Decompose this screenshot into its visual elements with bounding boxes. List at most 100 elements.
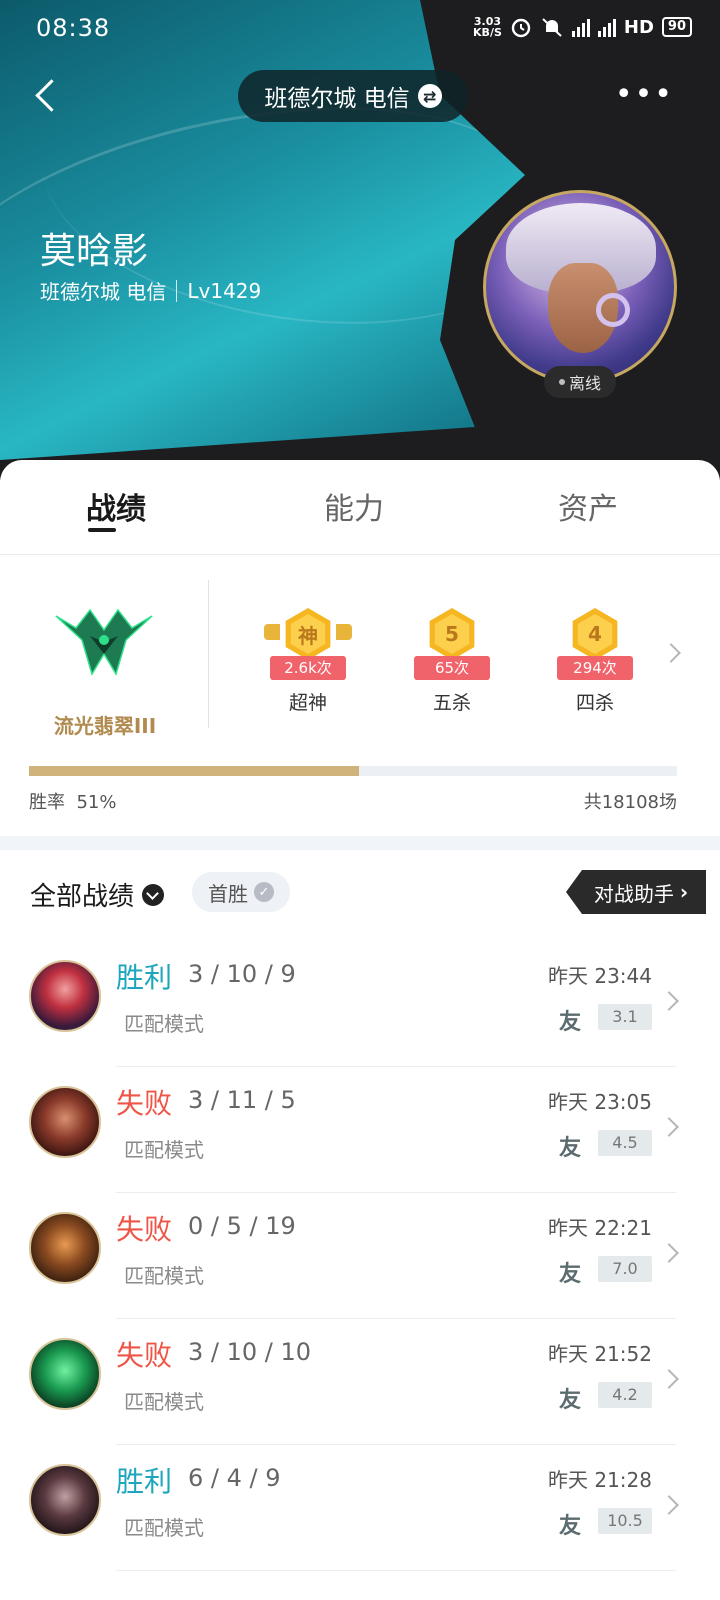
achievement-count: 65次 (414, 656, 490, 680)
champion-icon (29, 1086, 101, 1158)
legendary-badge-icon: 神 (285, 608, 331, 660)
match-row[interactable]: 胜利 3 / 10 / 9 匹配模式 昨天 23:44 友 3.1 (0, 946, 720, 1072)
match-mode: 匹配模式 (124, 1390, 204, 1414)
alarm-icon (511, 18, 531, 38)
achievement-count: 2.6k次 (270, 656, 346, 680)
achievement-label: 超神 (288, 692, 327, 714)
achievement-pentakill[interactable]: 5 65次 五杀 (406, 604, 496, 714)
match-kda: 3 / 10 / 9 (188, 960, 296, 988)
match-score: 10.5 (598, 1508, 652, 1534)
match-mode: 匹配模式 (124, 1516, 204, 1540)
back-button[interactable] (26, 74, 66, 118)
tab-assets[interactable]: 资产 (558, 484, 618, 528)
rank-emblem-icon[interactable] (52, 596, 156, 676)
match-filter-dropdown[interactable]: 全部战绩 (30, 876, 165, 913)
net-speed: 3.03 KB/S (473, 15, 502, 39)
tab-active-indicator (88, 528, 116, 532)
rank-name: 流光翡翠III (53, 714, 157, 738)
match-row[interactable]: 失败 3 / 10 / 10 匹配模式 昨天 21:52 友 4.2 (0, 1324, 720, 1450)
status-time: 08:38 (36, 14, 111, 42)
divider (116, 1066, 676, 1067)
match-time: 昨天 21:28 (548, 1468, 652, 1492)
match-result: 失败 (116, 1087, 173, 1120)
achievement-quadrakill[interactable]: 4 294次 四杀 (549, 604, 639, 714)
achievement-label: 五杀 (432, 692, 471, 714)
match-time: 昨天 23:44 (548, 964, 652, 988)
player-level: Lv1429 (187, 278, 262, 303)
divider (176, 279, 178, 302)
chevron-right-icon: › (679, 880, 689, 904)
match-kda: 3 / 10 / 10 (188, 1338, 312, 1366)
match-time: 昨天 21:52 (548, 1342, 652, 1366)
win-rate-bar (29, 766, 677, 776)
status-bar: 08:38 3.03 KB/S HD 90 (0, 0, 720, 60)
divider (116, 1570, 676, 1571)
status-badge: 离线 (544, 366, 616, 398)
match-kda: 6 / 4 / 9 (188, 1464, 281, 1492)
teammate-icon: 友 (559, 1136, 582, 1161)
battery-icon: 90 (661, 17, 692, 37)
status-icons: 3.03 KB/S HD 90 (473, 16, 692, 38)
offline-dot-icon (558, 379, 565, 385)
signal-5g-icon (571, 17, 590, 37)
match-score: 4.5 (598, 1130, 652, 1156)
divider (116, 1192, 676, 1193)
teammate-icon: 友 (559, 1010, 582, 1035)
player-server: 班德尔城 电信 (40, 280, 167, 304)
swap-icon: ⇄ (417, 84, 442, 108)
match-mode: 匹配模式 (124, 1012, 204, 1036)
match-row[interactable]: 失败 0 / 5 / 19 匹配模式 昨天 22:21 友 7.0 (0, 1198, 720, 1324)
server-switch-button[interactable]: 班德尔城 电信 ⇄ (238, 70, 468, 122)
match-score: 4.2 (598, 1382, 652, 1408)
tab-records[interactable]: 战绩 (86, 484, 146, 528)
chevron-right-icon (659, 1495, 679, 1515)
match-result: 失败 (116, 1213, 173, 1246)
first-win-toggle[interactable]: 首胜 ✓ (192, 872, 290, 912)
player-info: 班德尔城 电信 Lv1429 (40, 276, 261, 305)
divider (116, 1444, 676, 1445)
achievement-label: 四杀 (575, 692, 614, 714)
player-name: 莫晗影 (40, 231, 149, 272)
teammate-icon: 友 (559, 1388, 582, 1413)
chevron-right-icon[interactable] (661, 643, 681, 663)
champion-icon (29, 1464, 101, 1536)
battle-assistant-button[interactable]: 对战助手 › (566, 870, 706, 914)
hd-icon: HD (623, 16, 654, 38)
chevron-right-icon (659, 1243, 679, 1263)
tab-ability[interactable]: 能力 (324, 484, 384, 528)
more-options-icon[interactable]: ••• (615, 80, 674, 110)
champion-icon (29, 1212, 101, 1284)
match-result: 失败 (116, 1339, 173, 1372)
match-result: 胜利 (116, 1465, 173, 1498)
achievement-legendary[interactable]: 神 2.6k次 超神 (262, 604, 352, 714)
match-row[interactable]: 胜利 6 / 4 / 9 匹配模式 昨天 21:28 友 10.5 (0, 1450, 720, 1576)
match-kda: 0 / 5 / 19 (188, 1212, 296, 1240)
tab-bar: 战绩 能力 资产 (0, 460, 720, 555)
divider (208, 580, 209, 728)
chevron-down-icon (142, 883, 165, 906)
avatar[interactable] (483, 190, 677, 384)
total-games: 共18108场 (583, 792, 677, 813)
match-time: 昨天 22:21 (548, 1216, 652, 1240)
win-rate: 胜率 51% (29, 792, 117, 813)
assistant-label: 对战助手 (593, 881, 674, 906)
quadrakill-badge-icon: 4 (572, 608, 618, 660)
teammate-icon: 友 (559, 1262, 582, 1287)
mute-icon (542, 18, 562, 37)
section-divider (0, 836, 720, 850)
match-score: 7.0 (598, 1256, 652, 1282)
win-rate-fill (29, 766, 360, 776)
match-mode: 匹配模式 (124, 1138, 204, 1162)
match-row[interactable]: 失败 3 / 11 / 5 匹配模式 昨天 23:05 友 4.5 (0, 1072, 720, 1198)
divider (116, 1318, 676, 1319)
match-score: 3.1 (598, 1004, 652, 1030)
check-icon: ✓ (254, 882, 274, 902)
match-time: 昨天 23:05 (548, 1090, 652, 1114)
first-win-label: 首胜 (208, 881, 248, 906)
server-label: 班德尔城 电信 (264, 86, 410, 112)
chevron-right-icon (659, 1369, 679, 1389)
chevron-right-icon (659, 1117, 679, 1137)
match-kda: 3 / 11 / 5 (188, 1086, 296, 1114)
champion-icon (29, 960, 101, 1032)
champion-icon (29, 1338, 101, 1410)
